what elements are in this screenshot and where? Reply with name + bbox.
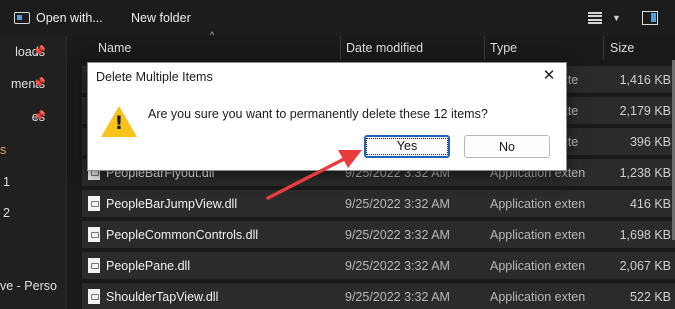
file-date: 9/25/2022 3:32 AM: [345, 196, 450, 211]
nav-item-downloads[interactable]: loads 📌: [0, 42, 66, 62]
file-name-text: PeoplePane.dll: [106, 258, 191, 273]
open-with-label: Open with...: [36, 11, 103, 25]
file-date: 9/25/2022 3:32 AM: [345, 258, 450, 273]
details-view-icon: [588, 12, 602, 24]
chevron-down-icon: ▼: [612, 13, 621, 23]
nav-item-label: 1: [3, 175, 10, 189]
new-folder-button[interactable]: New folder: [131, 0, 191, 36]
navigation-pane: loads 📌 ments 📌 es 📌 s 1 2 ve - Perso: [0, 36, 66, 309]
file-size: 1,416 KB: [619, 72, 671, 87]
yes-button-label: Yes: [365, 138, 449, 155]
dll-file-icon: [88, 196, 100, 211]
column-header-label: Type: [490, 41, 518, 55]
dialog-title: Delete Multiple Items: [96, 70, 213, 84]
column-header-type[interactable]: Type: [490, 36, 517, 60]
column-separator[interactable]: [340, 36, 341, 60]
column-header-label: Name: [98, 41, 132, 55]
file-name: PeopleBarJumpView.dll: [88, 190, 237, 217]
file-size: 416 KB: [629, 196, 671, 211]
view-options-dropdown[interactable]: ▼: [612, 0, 621, 36]
pin-icon: 📌: [33, 111, 46, 122]
no-button-label: No: [499, 139, 515, 154]
nav-item-label: ve - Perso: [0, 279, 57, 293]
nav-item-folder-2[interactable]: 2: [3, 203, 10, 223]
column-header-label: Date modified: [346, 41, 424, 55]
file-size: 1,698 KB: [619, 227, 671, 242]
nav-item-onedrive[interactable]: ve - Perso: [0, 276, 57, 296]
dialog-body: ! Are you sure you want to permanently d…: [88, 91, 566, 170]
nav-item-label: s: [0, 143, 7, 157]
column-header-date[interactable]: Date modified: [346, 36, 423, 60]
file-type: Application exten: [490, 227, 586, 242]
column-header-size[interactable]: Size: [610, 36, 634, 60]
column-separator[interactable]: [484, 36, 485, 60]
dialog-title-bar[interactable]: Delete Multiple Items ✕: [88, 63, 566, 91]
preview-pane-button[interactable]: [642, 0, 658, 36]
delete-confirmation-dialog: Delete Multiple Items ✕ ! Are you sure y…: [87, 62, 567, 171]
file-row[interactable]: ShoulderTapView.dll 9/25/2022 3:32 AM Ap…: [82, 283, 675, 309]
pin-icon: 📌: [33, 46, 46, 57]
dll-file-icon: [88, 258, 100, 273]
close-icon[interactable]: ✕: [540, 67, 558, 85]
pane-divider[interactable]: [66, 36, 67, 309]
nav-item-label: 2: [3, 206, 10, 220]
file-type: Application exten: [490, 196, 586, 211]
file-row[interactable]: PeopleCommonControls.dll 9/25/2022 3:32 …: [82, 221, 675, 248]
file-name-text: PeopleBarJumpView.dll: [106, 196, 238, 211]
file-date: 9/25/2022 3:32 AM: [345, 289, 450, 304]
nav-item-folder-s[interactable]: s: [0, 140, 10, 160]
file-type: Application exten: [490, 289, 586, 304]
dialog-message: Are you sure you want to permanently del…: [148, 107, 488, 121]
command-bar: Open with... New folder ▼: [0, 0, 675, 36]
dll-file-icon: [88, 227, 100, 242]
file-row[interactable]: PeoplePane.dll 9/25/2022 3:32 AM Applica…: [82, 252, 675, 279]
nav-item-documents[interactable]: ments 📌: [0, 74, 66, 94]
nav-item-folder-1[interactable]: 1: [3, 172, 10, 192]
open-with-icon: [14, 12, 30, 24]
file-size: 2,179 KB: [619, 103, 671, 118]
details-view-button[interactable]: [588, 0, 602, 36]
file-name: PeoplePane.dll: [88, 252, 190, 279]
warning-icon-mark: !: [114, 112, 124, 134]
yes-button[interactable]: Yes: [364, 135, 450, 158]
file-size: 522 KB: [629, 289, 671, 304]
dll-file-icon: [88, 289, 100, 304]
column-header-label: Size: [610, 41, 635, 55]
file-date: 9/25/2022 3:32 AM: [345, 227, 450, 242]
nav-item-pictures[interactable]: es 📌: [0, 107, 66, 127]
file-name-text: ShoulderTapView.dll: [106, 289, 219, 304]
file-size: 396 KB: [629, 134, 671, 149]
file-name: ShoulderTapView.dll: [88, 283, 218, 309]
file-size: 2,067 KB: [619, 258, 671, 273]
file-name: PeopleCommonControls.dll: [88, 221, 258, 248]
no-button[interactable]: No: [464, 135, 550, 158]
file-name-text: PeopleCommonControls.dll: [106, 227, 259, 242]
open-with-button[interactable]: Open with...: [14, 0, 103, 36]
sort-ascending-icon: ^: [210, 30, 215, 40]
new-folder-label: New folder: [131, 11, 191, 25]
preview-pane-icon: [642, 11, 658, 25]
file-size: 1,238 KB: [619, 165, 671, 180]
file-type: Application exten: [490, 258, 586, 273]
column-separator[interactable]: [603, 36, 604, 60]
column-header-name[interactable]: Name: [98, 36, 131, 60]
file-row[interactable]: PeopleBarJumpView.dll 9/25/2022 3:32 AM …: [82, 190, 675, 217]
pin-icon: 📌: [33, 78, 46, 89]
